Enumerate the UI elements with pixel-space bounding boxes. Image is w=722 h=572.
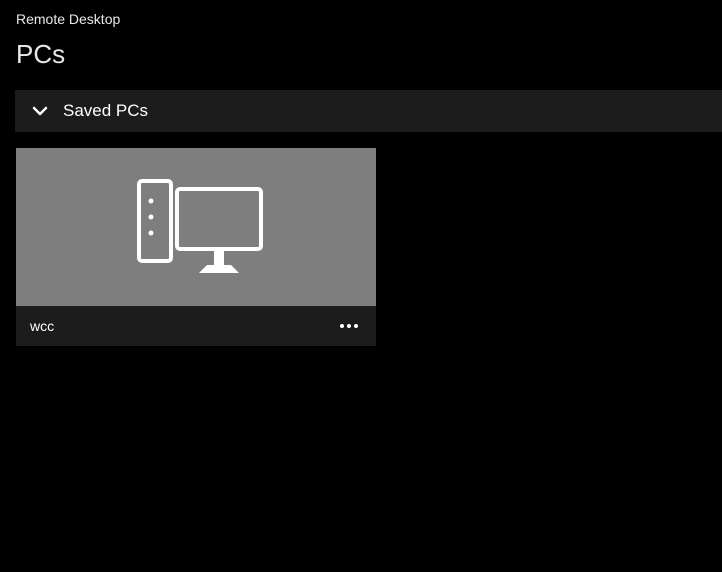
pc-tile-footer: wcc — [16, 306, 376, 346]
pc-grid: wcc — [0, 132, 722, 362]
page-title: PCs — [0, 33, 722, 90]
chevron-down-icon — [31, 102, 49, 120]
pc-thumbnail — [16, 148, 376, 306]
saved-pcs-section-header[interactable]: Saved PCs — [15, 90, 722, 132]
section-title: Saved PCs — [63, 101, 148, 121]
pc-name: wcc — [30, 318, 54, 334]
app-title: Remote Desktop — [0, 0, 722, 33]
more-icon — [340, 324, 344, 328]
desktop-pc-icon — [121, 165, 271, 290]
pc-tile[interactable]: wcc — [16, 148, 376, 346]
more-options-button[interactable] — [336, 320, 362, 332]
